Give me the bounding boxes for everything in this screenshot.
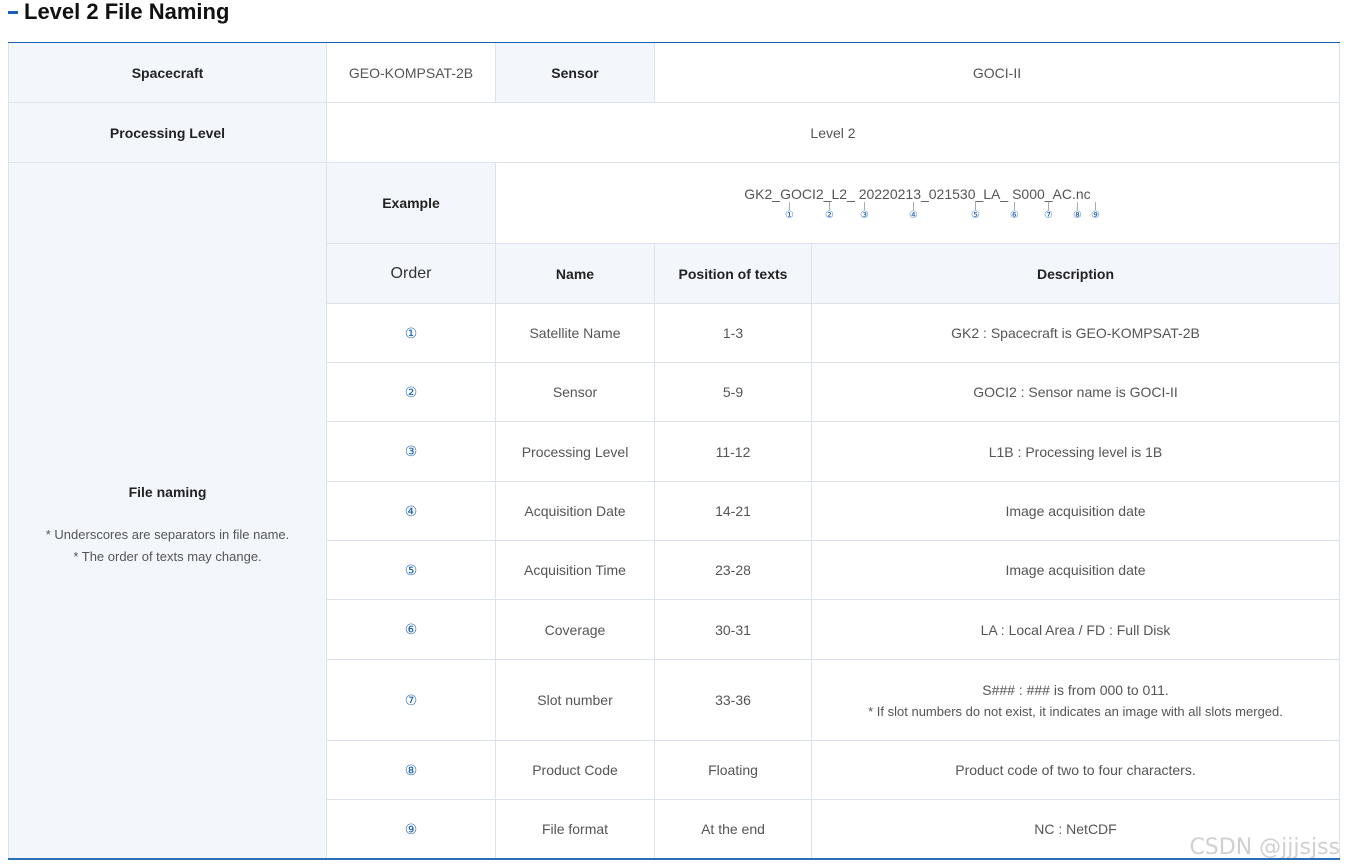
row-9-name: File format [496,800,655,859]
row-1-position: 1-3 [655,304,812,363]
row-4-name: Acquisition Date [496,482,655,541]
example-marker-6: ⑥ [1009,202,1021,222]
example-marker-5: ⑤ [970,202,982,222]
heading-marker [8,10,18,14]
example-marker-4: ④ [908,202,920,222]
example-filename: GK2_GOCI2_L2_ 20220213_021530_LA_ S000_A… [744,186,1091,202]
file-naming-section: File naming * Underscores are separators… [8,163,327,859]
row-4-description: Image acquisition date [812,482,1340,541]
sensor-value: GOCI-II [655,43,1340,103]
row-7-description: S### : ### is from 000 to 011. [982,681,1169,698]
row-2-position: 5-9 [655,363,812,422]
example-marker-8: ⑧ [1072,202,1084,222]
page-heading: Level 2 File Naming [8,0,229,27]
example-label: Example [327,163,496,244]
row-3-name: Processing Level [496,422,655,482]
watermark: CSDN @jjjsjss [1189,835,1340,860]
example-markers: ① ② ③ ④ ⑤ ⑥ ⑦ ⑧ ⑨ [718,202,1118,222]
row-8-name: Product Code [496,741,655,800]
row-5-position: 23-28 [655,541,812,600]
row-7-name: Slot number [496,660,655,741]
example-box: GK2_GOCI2_L2_ 20220213_021530_LA_ S000_A… [496,163,1340,244]
header-order: Order [327,244,496,304]
example-marker-2: ② [824,202,836,222]
row-6-order: ⑥ [327,600,496,660]
sensor-label: Sensor [496,43,655,103]
spacecraft-value: GEO-KOMPSAT-2B [327,43,496,103]
row-6-position: 30-31 [655,600,812,660]
example-marker-9: ⑨ [1090,202,1102,222]
spacecraft-label: Spacecraft [8,43,327,103]
row-5-order: ⑤ [327,541,496,600]
processing-level-value: Level 2 [327,103,1340,163]
file-naming-note-1: * Underscores are separators in file nam… [45,526,290,542]
page-title: Level 2 File Naming [24,0,230,24]
row-6-description: LA : Local Area / FD : Full Disk [812,600,1340,660]
header-name: Name [496,244,655,304]
row-3-order: ③ [327,422,496,482]
row-7-position: 33-36 [655,660,812,741]
row-4-order: ④ [327,482,496,541]
table-bottom-rule [8,858,1340,860]
row-8-description: Product code of two to four characters. [812,741,1340,800]
row-7-description-note: * If slot numbers do not exist, it indic… [868,703,1283,719]
file-naming-note-2: * The order of texts may change. [73,548,262,564]
row-9-order: ⑨ [327,800,496,859]
row-1-description: GK2 : Spacecraft is GEO-KOMPSAT-2B [812,304,1340,363]
row-5-description: Image acquisition date [812,541,1340,600]
row-1-order: ① [327,304,496,363]
row-2-name: Sensor [496,363,655,422]
example-marker-7: ⑦ [1043,202,1055,222]
row-1-name: Satellite Name [496,304,655,363]
row-7-description-cell: S### : ### is from 000 to 011. * If slot… [812,660,1340,741]
row-6-name: Coverage [496,600,655,660]
row-9-position: At the end [655,800,812,859]
row-4-position: 14-21 [655,482,812,541]
row-2-description: GOCI2 : Sensor name is GOCI-II [812,363,1340,422]
header-position: Position of texts [655,244,812,304]
row-3-description: L1B : Processing level is 1B [812,422,1340,482]
row-8-position: Floating [655,741,812,800]
file-naming-label: File naming [128,483,207,500]
row-3-position: 11-12 [655,422,812,482]
row-8-order: ⑧ [327,741,496,800]
example-marker-1: ① [784,202,796,222]
row-2-order: ② [327,363,496,422]
header-description: Description [812,244,1340,304]
processing-level-label: Processing Level [8,103,327,163]
row-5-name: Acquisition Time [496,541,655,600]
example-marker-3: ③ [859,202,871,222]
row-7-order: ⑦ [327,660,496,741]
